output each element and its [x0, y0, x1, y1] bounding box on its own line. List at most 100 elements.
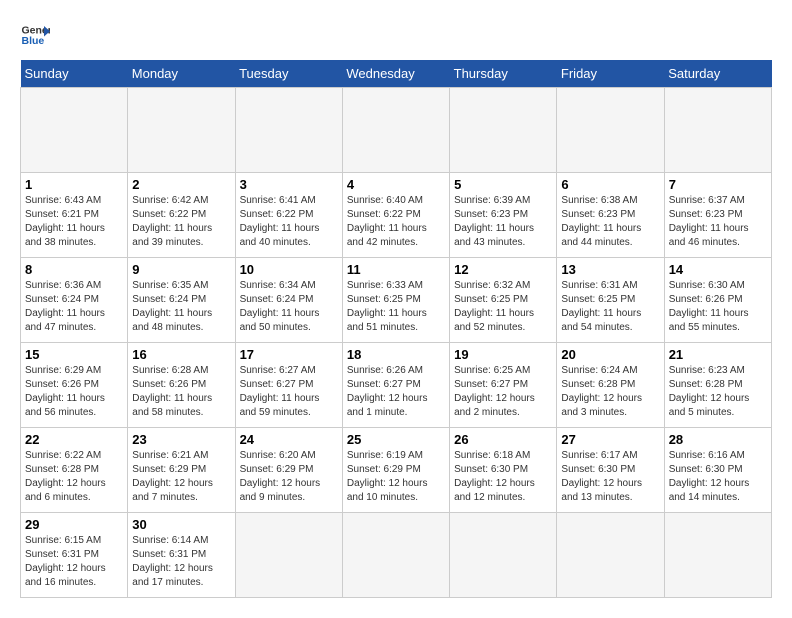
week-row: 15 Sunrise: 6:29 AM Sunset: 6:26 PM Dayli…	[21, 343, 772, 428]
day-info: Sunrise: 6:43 AM Sunset: 6:21 PM Dayligh…	[25, 194, 123, 250]
calendar-cell: 3 Sunrise: 6:41 AM Sunset: 6:22 PM Daylig…	[235, 173, 342, 258]
day-number: 10	[240, 262, 338, 277]
day-info: Sunrise: 6:42 AM Sunset: 6:22 PM Dayligh…	[132, 194, 230, 250]
calendar-table: SundayMondayTuesdayWednesdayThursdayFrid…	[20, 60, 772, 598]
calendar-cell: 7Sunrise: 6:37 AM Sunset: 6:23 PM Daylig…	[664, 173, 771, 258]
day-info: Sunrise: 6:16 AM Sunset: 6:30 PM Dayligh…	[669, 449, 767, 505]
calendar-cell: 10 Sunrise: 6:34 AM Sunset: 6:24 PM Dayli…	[235, 258, 342, 343]
calendar-cell: 25 Sunrise: 6:19 AM Sunset: 6:29 PM Dayli…	[342, 428, 449, 513]
day-info: Sunrise: 6:22 AM Sunset: 6:28 PM Dayligh…	[25, 449, 123, 505]
day-number: 17	[240, 347, 338, 362]
day-number: 20	[561, 347, 659, 362]
week-row: 8 Sunrise: 6:36 AM Sunset: 6:24 PM Daylig…	[21, 258, 772, 343]
day-number: 21	[669, 347, 767, 362]
calendar-cell: 1Sunrise: 6:43 AM Sunset: 6:21 PM Daylig…	[21, 173, 128, 258]
day-number: 28	[669, 432, 767, 447]
day-number: 13	[561, 262, 659, 277]
calendar-cell: 22Sunrise: 6:22 AM Sunset: 6:28 PM Dayli…	[21, 428, 128, 513]
calendar-cell: 28 Sunrise: 6:16 AM Sunset: 6:30 PM Dayli…	[664, 428, 771, 513]
day-info: Sunrise: 6:18 AM Sunset: 6:30 PM Dayligh…	[454, 449, 552, 505]
calendar-cell: 2 Sunrise: 6:42 AM Sunset: 6:22 PM Daylig…	[128, 173, 235, 258]
day-info: Sunrise: 6:40 AM Sunset: 6:22 PM Dayligh…	[347, 194, 445, 250]
calendar-cell	[128, 88, 235, 173]
day-info: Sunrise: 6:30 AM Sunset: 6:26 PM Dayligh…	[669, 279, 767, 335]
calendar-cell: 4 Sunrise: 6:40 AM Sunset: 6:22 PM Daylig…	[342, 173, 449, 258]
header-row: SundayMondayTuesdayWednesdayThursdayFrid…	[21, 60, 772, 88]
calendar-cell: 14 Sunrise: 6:30 AM Sunset: 6:26 PM Dayli…	[664, 258, 771, 343]
day-number: 18	[347, 347, 445, 362]
calendar-cell: 18 Sunrise: 6:26 AM Sunset: 6:27 PM Dayli…	[342, 343, 449, 428]
day-info: Sunrise: 6:26 AM Sunset: 6:27 PM Dayligh…	[347, 364, 445, 420]
week-row	[21, 88, 772, 173]
day-info: Sunrise: 6:21 AM Sunset: 6:29 PM Dayligh…	[132, 449, 230, 505]
day-info: Sunrise: 6:15 AM Sunset: 6:31 PM Dayligh…	[25, 534, 123, 590]
weekday-header: Thursday	[450, 60, 557, 88]
calendar-cell: 21 Sunrise: 6:23 AM Sunset: 6:28 PM Dayli…	[664, 343, 771, 428]
calendar-cell	[342, 513, 449, 598]
day-number: 2	[132, 177, 230, 192]
day-info: Sunrise: 6:23 AM Sunset: 6:28 PM Dayligh…	[669, 364, 767, 420]
day-info: Sunrise: 6:17 AM Sunset: 6:30 PM Dayligh…	[561, 449, 659, 505]
day-info: Sunrise: 6:24 AM Sunset: 6:28 PM Dayligh…	[561, 364, 659, 420]
calendar-cell	[557, 88, 664, 173]
day-number: 19	[454, 347, 552, 362]
day-info: Sunrise: 6:36 AM Sunset: 6:24 PM Dayligh…	[25, 279, 123, 335]
day-info: Sunrise: 6:19 AM Sunset: 6:29 PM Dayligh…	[347, 449, 445, 505]
day-info: Sunrise: 6:28 AM Sunset: 6:26 PM Dayligh…	[132, 364, 230, 420]
weekday-header: Sunday	[21, 60, 128, 88]
weekday-header: Monday	[128, 60, 235, 88]
weekday-header: Tuesday	[235, 60, 342, 88]
day-number: 15	[25, 347, 123, 362]
weekday-header: Saturday	[664, 60, 771, 88]
calendar-cell	[342, 88, 449, 173]
calendar-cell: 8 Sunrise: 6:36 AM Sunset: 6:24 PM Daylig…	[21, 258, 128, 343]
svg-text:Blue: Blue	[22, 35, 45, 47]
day-info: Sunrise: 6:32 AM Sunset: 6:25 PM Dayligh…	[454, 279, 552, 335]
calendar-cell: 17 Sunrise: 6:27 AM Sunset: 6:27 PM Dayli…	[235, 343, 342, 428]
day-info: Sunrise: 6:34 AM Sunset: 6:24 PM Dayligh…	[240, 279, 338, 335]
week-row: 29 Sunrise: 6:15 AM Sunset: 6:31 PM Dayli…	[21, 513, 772, 598]
calendar-cell	[235, 88, 342, 173]
day-number: 29	[25, 517, 123, 532]
day-number: 14	[669, 262, 767, 277]
calendar-cell: 9Sunrise: 6:35 AM Sunset: 6:24 PM Daylig…	[128, 258, 235, 343]
day-number: 8	[25, 262, 123, 277]
calendar-cell: 29 Sunrise: 6:15 AM Sunset: 6:31 PM Dayli…	[21, 513, 128, 598]
calendar-cell: 24 Sunrise: 6:20 AM Sunset: 6:29 PM Dayli…	[235, 428, 342, 513]
calendar-cell	[664, 513, 771, 598]
week-row: 22Sunrise: 6:22 AM Sunset: 6:28 PM Dayli…	[21, 428, 772, 513]
calendar-cell: 19Sunrise: 6:25 AM Sunset: 6:27 PM Dayli…	[450, 343, 557, 428]
day-number: 25	[347, 432, 445, 447]
calendar-cell: 11Sunrise: 6:33 AM Sunset: 6:25 PM Dayli…	[342, 258, 449, 343]
day-number: 23	[132, 432, 230, 447]
day-info: Sunrise: 6:31 AM Sunset: 6:25 PM Dayligh…	[561, 279, 659, 335]
calendar-cell: 23 Sunrise: 6:21 AM Sunset: 6:29 PM Dayli…	[128, 428, 235, 513]
day-number: 12	[454, 262, 552, 277]
calendar-cell: 5Sunrise: 6:39 AM Sunset: 6:23 PM Daylig…	[450, 173, 557, 258]
day-info: Sunrise: 6:20 AM Sunset: 6:29 PM Dayligh…	[240, 449, 338, 505]
day-number: 30	[132, 517, 230, 532]
calendar-cell	[450, 513, 557, 598]
calendar-cell: 20 Sunrise: 6:24 AM Sunset: 6:28 PM Dayli…	[557, 343, 664, 428]
calendar-cell: 30 Sunrise: 6:14 AM Sunset: 6:31 PM Dayli…	[128, 513, 235, 598]
day-info: Sunrise: 6:14 AM Sunset: 6:31 PM Dayligh…	[132, 534, 230, 590]
day-number: 3	[240, 177, 338, 192]
day-info: Sunrise: 6:29 AM Sunset: 6:26 PM Dayligh…	[25, 364, 123, 420]
day-info: Sunrise: 6:38 AM Sunset: 6:23 PM Dayligh…	[561, 194, 659, 250]
calendar-cell: 16 Sunrise: 6:28 AM Sunset: 6:26 PM Dayli…	[128, 343, 235, 428]
calendar-cell: 27Sunrise: 6:17 AM Sunset: 6:30 PM Dayli…	[557, 428, 664, 513]
day-info: Sunrise: 6:27 AM Sunset: 6:27 PM Dayligh…	[240, 364, 338, 420]
day-number: 16	[132, 347, 230, 362]
calendar-cell: 12 Sunrise: 6:32 AM Sunset: 6:25 PM Dayli…	[450, 258, 557, 343]
day-info: Sunrise: 6:35 AM Sunset: 6:24 PM Dayligh…	[132, 279, 230, 335]
day-number: 24	[240, 432, 338, 447]
calendar-cell	[235, 513, 342, 598]
day-number: 4	[347, 177, 445, 192]
day-number: 6	[561, 177, 659, 192]
day-info: Sunrise: 6:37 AM Sunset: 6:23 PM Dayligh…	[669, 194, 767, 250]
weekday-header: Friday	[557, 60, 664, 88]
day-info: Sunrise: 6:41 AM Sunset: 6:22 PM Dayligh…	[240, 194, 338, 250]
calendar-cell	[21, 88, 128, 173]
calendar-cell: 26Sunrise: 6:18 AM Sunset: 6:30 PM Dayli…	[450, 428, 557, 513]
calendar-cell: 15 Sunrise: 6:29 AM Sunset: 6:26 PM Dayli…	[21, 343, 128, 428]
